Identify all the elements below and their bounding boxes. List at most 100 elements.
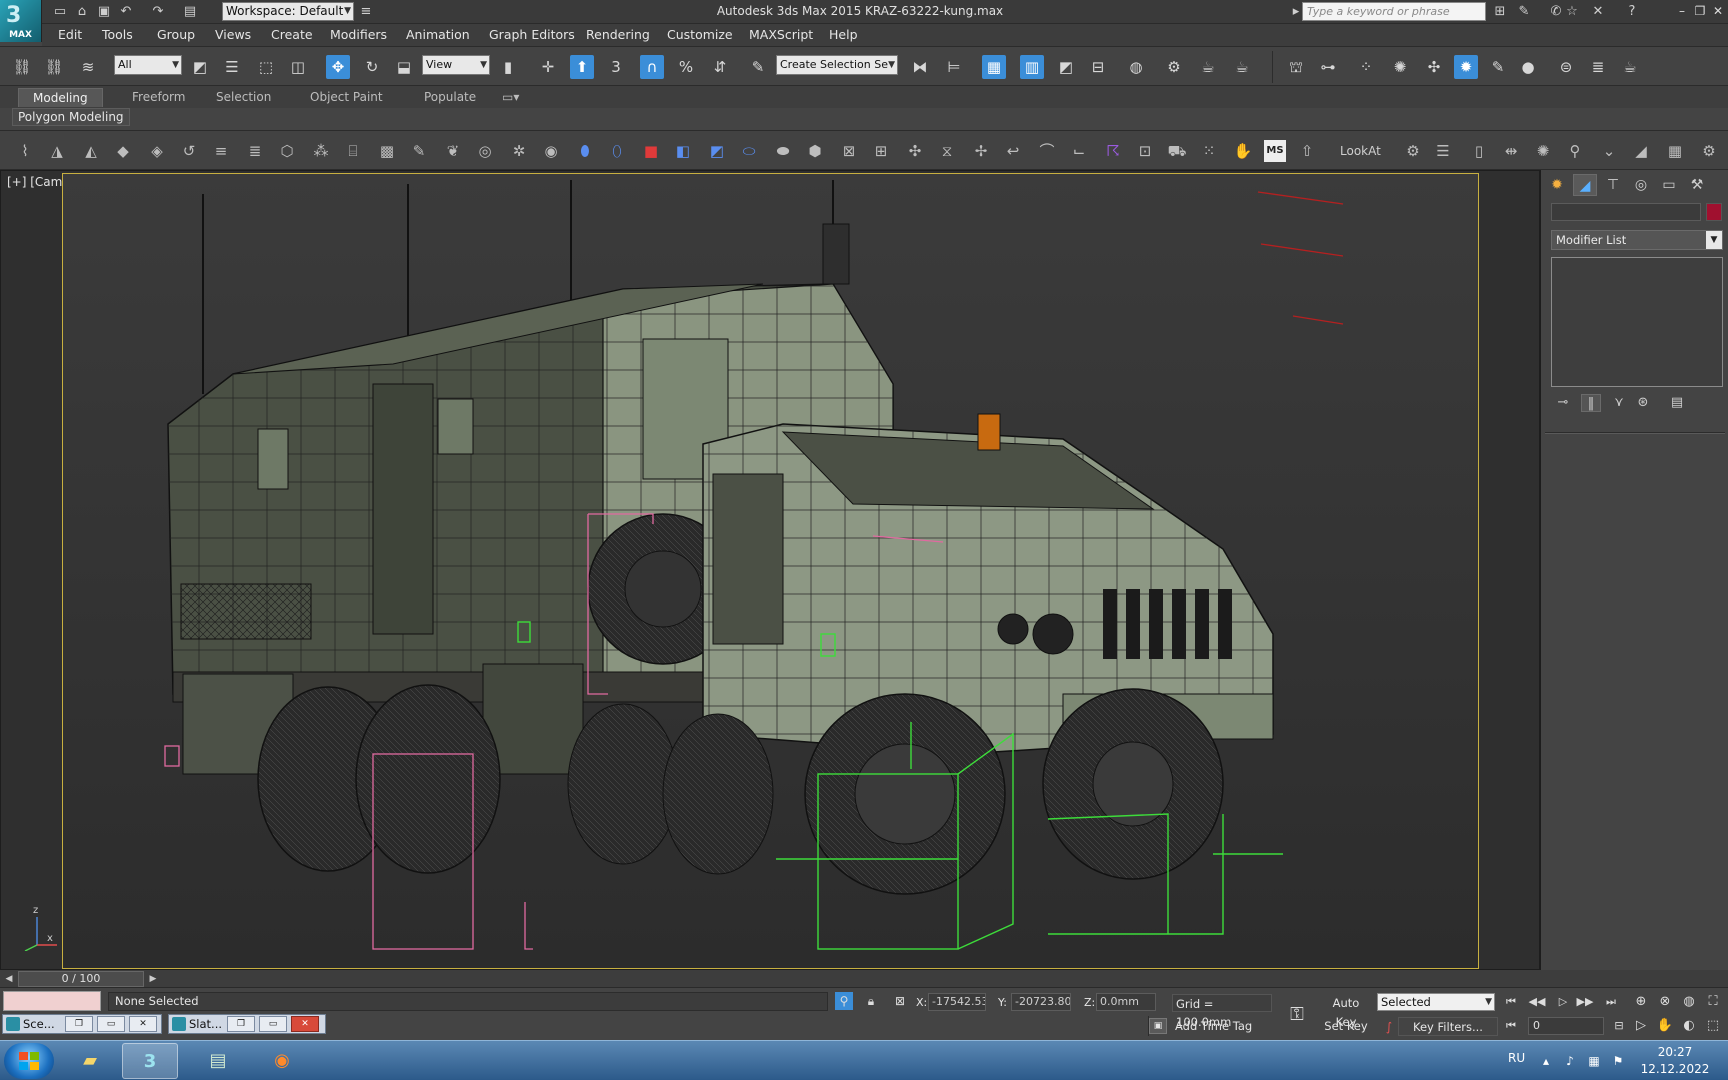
render-production-icon[interactable]: ☕ bbox=[1230, 55, 1254, 79]
tab-modeling[interactable]: Modeling bbox=[18, 88, 103, 107]
close-icon[interactable]: ✕ bbox=[129, 1016, 157, 1032]
percent-snap-toggle-icon[interactable]: % bbox=[674, 55, 698, 79]
cog-icon[interactable]: ⚙ bbox=[1698, 140, 1720, 162]
current-frame-field[interactable]: 0 bbox=[1528, 1017, 1604, 1035]
lock-tool-icon[interactable]: ▯ bbox=[1468, 140, 1490, 162]
graphite-tools-icon[interactable]: ⛫ bbox=[1284, 55, 1308, 79]
sunlight-icon[interactable]: ✹ bbox=[1454, 55, 1478, 79]
auto-key-button[interactable]: Auto Key bbox=[1322, 994, 1370, 1029]
show-end-result-icon[interactable]: ‖ bbox=[1581, 394, 1601, 412]
restore-window-icon[interactable]: ❐ bbox=[1692, 3, 1708, 19]
time-slider-next-icon[interactable]: ▶ bbox=[146, 972, 160, 986]
selection-lock-icon[interactable]: 🔒︎ bbox=[862, 992, 880, 1010]
bend-tool-icon[interactable]: ✢ bbox=[970, 140, 992, 162]
project-folder-icon[interactable]: ▤ bbox=[182, 4, 198, 20]
zoom-icon[interactable]: ⊕ bbox=[1630, 992, 1652, 1012]
customize-quick-access-icon[interactable]: ≡ bbox=[358, 4, 374, 20]
material-editor-icon[interactable]: ◍ bbox=[1124, 55, 1148, 79]
modify-panel-tab-icon[interactable]: ◢ bbox=[1573, 174, 1597, 196]
window-crossing-icon[interactable]: ◫ bbox=[286, 55, 310, 79]
arrow-up-icon[interactable]: ⇧ bbox=[1296, 140, 1318, 162]
keyboard-language-indicator[interactable]: RU bbox=[1508, 1051, 1525, 1065]
menu-tools[interactable]: Tools bbox=[102, 27, 133, 42]
show-hidden-icons-icon[interactable]: ▴ bbox=[1538, 1053, 1554, 1069]
key-filters-button[interactable]: Key Filters... bbox=[1398, 1017, 1498, 1036]
configure-modifier-sets-icon[interactable]: ▤ bbox=[1667, 394, 1687, 412]
set-key-button[interactable]: Set Key bbox=[1322, 1017, 1370, 1036]
remove-modifier-icon[interactable]: ⊛ bbox=[1633, 394, 1653, 412]
sweep-tool-icon[interactable]: ⌸ bbox=[342, 140, 364, 162]
orbit-icon[interactable]: ◍ bbox=[1678, 992, 1700, 1012]
object-name-field[interactable] bbox=[1551, 203, 1701, 221]
toggle-layer-explorer-icon[interactable]: ▥ bbox=[1020, 55, 1044, 79]
helper-point-icon[interactable]: ✣ bbox=[1422, 55, 1446, 79]
action-center-flag-icon[interactable]: ⚑ bbox=[1610, 1053, 1626, 1069]
red-square-icon[interactable]: ■ bbox=[640, 140, 662, 162]
slate-material-editor-minimized[interactable]: Slat... ❐ ▭ ✕ bbox=[168, 1014, 326, 1034]
scene-explorer-minimized[interactable]: Sce... ❐ ▭ ✕ bbox=[2, 1014, 162, 1034]
field-of-view-icon[interactable]: ▷ bbox=[1630, 1016, 1652, 1036]
dynamics-icon[interactable]: ⊜ bbox=[1554, 55, 1578, 79]
3ds-max-taskbar-icon[interactable]: 3 bbox=[122, 1043, 178, 1079]
search-input[interactable]: Type a keyword or phrase bbox=[1302, 2, 1486, 21]
capsule-icon[interactable]: ⬮ bbox=[574, 140, 596, 162]
close-window-icon[interactable]: ✕ bbox=[1710, 3, 1726, 19]
menu-animation[interactable]: Animation bbox=[406, 27, 470, 42]
named-selection-sets-dropdown[interactable]: Create Selection Se ▼ bbox=[776, 55, 898, 75]
bus-tool-icon[interactable]: ⛟ bbox=[1166, 140, 1188, 162]
maximize-icon[interactable]: ▭ bbox=[259, 1016, 287, 1032]
leaf-tool-icon[interactable]: ❦ bbox=[442, 140, 464, 162]
menu-graph-editors[interactable]: Graph Editors bbox=[489, 27, 575, 42]
mirror-wire-icon[interactable]: ⧖ bbox=[936, 140, 958, 162]
angle-snap-toggle-icon[interactable]: ∩ bbox=[640, 55, 664, 79]
unlink-selection-icon[interactable]: ⛓ bbox=[42, 55, 66, 79]
gear-wire-icon[interactable]: ✲ bbox=[508, 140, 530, 162]
maxscript-mini-listener[interactable] bbox=[3, 991, 101, 1011]
particles-icon[interactable]: ⁙ bbox=[1198, 140, 1220, 162]
undo-icon[interactable]: ↶ bbox=[118, 4, 134, 20]
select-by-name-icon[interactable]: ☰ bbox=[220, 55, 244, 79]
maximize-icon[interactable]: ▭ bbox=[97, 1016, 125, 1032]
modifier-list-dropdown[interactable]: Modifier List ▼ bbox=[1551, 230, 1723, 250]
new-file-icon[interactable]: ▭ bbox=[52, 4, 68, 20]
ramp-tool-icon[interactable]: ◢ bbox=[1630, 140, 1652, 162]
zoom-all-icon[interactable]: ⊗ bbox=[1654, 992, 1676, 1012]
orbit-camera-icon[interactable]: ◐ bbox=[1678, 1016, 1700, 1036]
time-slider[interactable]: ◀ 0 / 100 ▶ bbox=[0, 970, 1728, 988]
workspace-dropdown[interactable]: Workspace: Default ▼ bbox=[222, 2, 354, 21]
favorites-star-icon[interactable]: ☆ bbox=[1564, 4, 1580, 20]
go-to-start-icon[interactable]: ⏮ bbox=[1500, 993, 1522, 1011]
file-explorer-icon[interactable]: ▰ bbox=[62, 1043, 118, 1079]
bind-to-space-warp-icon[interactable]: ≋ bbox=[76, 55, 100, 79]
keyboard-shortcut-override-icon[interactable]: ⬆ bbox=[570, 55, 594, 79]
subscription-center-icon[interactable]: ✎ bbox=[1516, 4, 1532, 20]
make-unique-icon[interactable]: ⋎ bbox=[1609, 394, 1629, 412]
volume-icon[interactable]: ♪ bbox=[1562, 1053, 1578, 1069]
teapot-icon[interactable]: ☕ bbox=[1618, 55, 1642, 79]
clock-time[interactable]: 20:27 bbox=[1640, 1045, 1710, 1059]
toggle-scene-explorer-icon[interactable]: ▦ bbox=[982, 55, 1006, 79]
key-mode-selection-dropdown[interactable]: Selected ▼ bbox=[1377, 993, 1495, 1011]
spinner-snap-toggle-icon[interactable]: ⇵ bbox=[708, 55, 732, 79]
gizmo-tool-icon[interactable]: ✺ bbox=[1532, 140, 1554, 162]
hand-pan-icon[interactable]: ✋ bbox=[1232, 140, 1254, 162]
x-coordinate-field[interactable]: -17542.537 bbox=[928, 993, 986, 1011]
zoom-extents-icon[interactable]: ⛶ bbox=[1702, 992, 1724, 1012]
menu-create[interactable]: Create bbox=[271, 27, 313, 42]
render-setup-icon[interactable]: ⚙ bbox=[1162, 55, 1186, 79]
align-icon[interactable]: ⊨ bbox=[942, 55, 966, 79]
taper-tool-icon[interactable]: ⌒ bbox=[1036, 140, 1058, 162]
box-rotated-icon[interactable]: ◩ bbox=[706, 140, 728, 162]
selection-filter-dropdown[interactable]: All ▼ bbox=[114, 55, 182, 75]
time-slider-prev-icon[interactable]: ◀ bbox=[2, 972, 16, 986]
help-icon[interactable]: ? bbox=[1624, 4, 1640, 20]
add-time-tag-button[interactable]: ▣ Add Time Tag bbox=[1148, 1016, 1270, 1036]
close-icon[interactable]: ✕ bbox=[291, 1016, 319, 1032]
layers-tool-icon[interactable]: ≣ bbox=[244, 140, 266, 162]
checker-icon[interactable]: ▩ bbox=[376, 140, 398, 162]
menu-maxscript[interactable]: MAXScript bbox=[749, 27, 813, 42]
sphere-wire-icon[interactable]: ◎ bbox=[474, 140, 496, 162]
vertex-dots-icon[interactable]: ⁘ bbox=[1354, 55, 1378, 79]
redo-icon[interactable]: ↷ bbox=[150, 4, 166, 20]
maximize-viewport-icon[interactable]: ⬚ bbox=[1702, 1016, 1724, 1036]
